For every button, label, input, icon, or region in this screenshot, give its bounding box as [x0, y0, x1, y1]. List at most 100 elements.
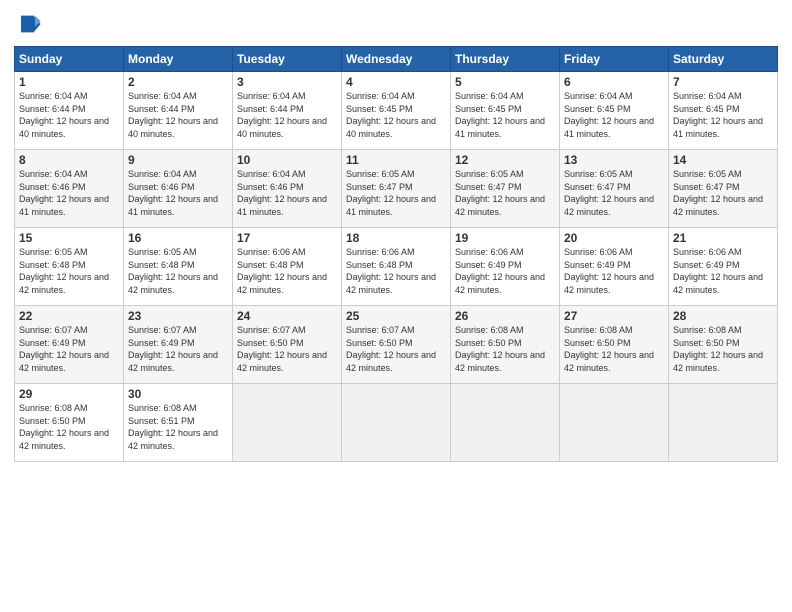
calendar-cell: 22 Sunrise: 6:07 AMSunset: 6:49 PMDaylig…	[15, 306, 124, 384]
calendar-body: 1 Sunrise: 6:04 AMSunset: 6:44 PMDayligh…	[15, 72, 778, 462]
day-number: 29	[19, 387, 119, 401]
day-info: Sunrise: 6:05 AMSunset: 6:48 PMDaylight:…	[19, 247, 109, 295]
day-number: 22	[19, 309, 119, 323]
calendar-cell: 28 Sunrise: 6:08 AMSunset: 6:50 PMDaylig…	[669, 306, 778, 384]
day-number: 23	[128, 309, 228, 323]
day-info: Sunrise: 6:07 AMSunset: 6:50 PMDaylight:…	[346, 325, 436, 373]
header	[14, 10, 778, 38]
day-number: 5	[455, 75, 555, 89]
calendar-cell: 11 Sunrise: 6:05 AMSunset: 6:47 PMDaylig…	[342, 150, 451, 228]
day-number: 13	[564, 153, 664, 167]
calendar-week-3: 15 Sunrise: 6:05 AMSunset: 6:48 PMDaylig…	[15, 228, 778, 306]
day-number: 20	[564, 231, 664, 245]
calendar-cell: 15 Sunrise: 6:05 AMSunset: 6:48 PMDaylig…	[15, 228, 124, 306]
days-of-week-header: SundayMondayTuesdayWednesdayThursdayFrid…	[15, 47, 778, 72]
day-number: 19	[455, 231, 555, 245]
calendar-cell: 4 Sunrise: 6:04 AMSunset: 6:45 PMDayligh…	[342, 72, 451, 150]
day-info: Sunrise: 6:05 AMSunset: 6:47 PMDaylight:…	[346, 169, 436, 217]
day-number: 18	[346, 231, 446, 245]
calendar-cell	[669, 384, 778, 462]
day-number: 9	[128, 153, 228, 167]
calendar-cell: 16 Sunrise: 6:05 AMSunset: 6:48 PMDaylig…	[124, 228, 233, 306]
calendar-week-5: 29 Sunrise: 6:08 AMSunset: 6:50 PMDaylig…	[15, 384, 778, 462]
day-info: Sunrise: 6:04 AMSunset: 6:44 PMDaylight:…	[19, 91, 109, 139]
calendar-cell: 24 Sunrise: 6:07 AMSunset: 6:50 PMDaylig…	[233, 306, 342, 384]
day-info: Sunrise: 6:05 AMSunset: 6:47 PMDaylight:…	[673, 169, 763, 217]
day-number: 4	[346, 75, 446, 89]
day-number: 7	[673, 75, 773, 89]
calendar-cell: 3 Sunrise: 6:04 AMSunset: 6:44 PMDayligh…	[233, 72, 342, 150]
day-number: 24	[237, 309, 337, 323]
calendar-cell: 8 Sunrise: 6:04 AMSunset: 6:46 PMDayligh…	[15, 150, 124, 228]
day-number: 11	[346, 153, 446, 167]
day-info: Sunrise: 6:04 AMSunset: 6:46 PMDaylight:…	[237, 169, 327, 217]
day-info: Sunrise: 6:04 AMSunset: 6:45 PMDaylight:…	[455, 91, 545, 139]
day-info: Sunrise: 6:06 AMSunset: 6:48 PMDaylight:…	[346, 247, 436, 295]
calendar-cell: 9 Sunrise: 6:04 AMSunset: 6:46 PMDayligh…	[124, 150, 233, 228]
calendar-cell: 25 Sunrise: 6:07 AMSunset: 6:50 PMDaylig…	[342, 306, 451, 384]
day-number: 6	[564, 75, 664, 89]
day-number: 15	[19, 231, 119, 245]
day-number: 16	[128, 231, 228, 245]
day-info: Sunrise: 6:07 AMSunset: 6:49 PMDaylight:…	[19, 325, 109, 373]
day-info: Sunrise: 6:06 AMSunset: 6:48 PMDaylight:…	[237, 247, 327, 295]
page-container: SundayMondayTuesdayWednesdayThursdayFrid…	[0, 0, 792, 472]
calendar-cell: 14 Sunrise: 6:05 AMSunset: 6:47 PMDaylig…	[669, 150, 778, 228]
calendar-cell: 2 Sunrise: 6:04 AMSunset: 6:44 PMDayligh…	[124, 72, 233, 150]
day-number: 2	[128, 75, 228, 89]
day-info: Sunrise: 6:06 AMSunset: 6:49 PMDaylight:…	[564, 247, 654, 295]
day-number: 10	[237, 153, 337, 167]
calendar-table: SundayMondayTuesdayWednesdayThursdayFrid…	[14, 46, 778, 462]
calendar-cell: 27 Sunrise: 6:08 AMSunset: 6:50 PMDaylig…	[560, 306, 669, 384]
calendar-cell: 18 Sunrise: 6:06 AMSunset: 6:48 PMDaylig…	[342, 228, 451, 306]
logo	[14, 10, 46, 38]
day-header-friday: Friday	[560, 47, 669, 72]
day-info: Sunrise: 6:08 AMSunset: 6:51 PMDaylight:…	[128, 403, 218, 451]
day-header-tuesday: Tuesday	[233, 47, 342, 72]
calendar-cell: 10 Sunrise: 6:04 AMSunset: 6:46 PMDaylig…	[233, 150, 342, 228]
day-number: 14	[673, 153, 773, 167]
calendar-cell: 19 Sunrise: 6:06 AMSunset: 6:49 PMDaylig…	[451, 228, 560, 306]
day-info: Sunrise: 6:04 AMSunset: 6:45 PMDaylight:…	[346, 91, 436, 139]
calendar-cell: 1 Sunrise: 6:04 AMSunset: 6:44 PMDayligh…	[15, 72, 124, 150]
calendar-cell	[560, 384, 669, 462]
day-header-saturday: Saturday	[669, 47, 778, 72]
day-info: Sunrise: 6:04 AMSunset: 6:46 PMDaylight:…	[128, 169, 218, 217]
day-info: Sunrise: 6:04 AMSunset: 6:46 PMDaylight:…	[19, 169, 109, 217]
day-info: Sunrise: 6:08 AMSunset: 6:50 PMDaylight:…	[455, 325, 545, 373]
calendar-cell	[233, 384, 342, 462]
calendar-week-2: 8 Sunrise: 6:04 AMSunset: 6:46 PMDayligh…	[15, 150, 778, 228]
day-info: Sunrise: 6:05 AMSunset: 6:47 PMDaylight:…	[564, 169, 654, 217]
day-info: Sunrise: 6:04 AMSunset: 6:44 PMDaylight:…	[128, 91, 218, 139]
calendar-week-4: 22 Sunrise: 6:07 AMSunset: 6:49 PMDaylig…	[15, 306, 778, 384]
day-info: Sunrise: 6:06 AMSunset: 6:49 PMDaylight:…	[673, 247, 763, 295]
day-number: 8	[19, 153, 119, 167]
day-number: 26	[455, 309, 555, 323]
day-number: 30	[128, 387, 228, 401]
day-number: 25	[346, 309, 446, 323]
day-info: Sunrise: 6:04 AMSunset: 6:44 PMDaylight:…	[237, 91, 327, 139]
logo-icon	[14, 10, 42, 38]
day-number: 28	[673, 309, 773, 323]
day-number: 27	[564, 309, 664, 323]
calendar-cell: 20 Sunrise: 6:06 AMSunset: 6:49 PMDaylig…	[560, 228, 669, 306]
day-header-wednesday: Wednesday	[342, 47, 451, 72]
day-number: 1	[19, 75, 119, 89]
day-number: 21	[673, 231, 773, 245]
calendar-cell	[342, 384, 451, 462]
day-number: 3	[237, 75, 337, 89]
day-header-sunday: Sunday	[15, 47, 124, 72]
calendar-cell: 26 Sunrise: 6:08 AMSunset: 6:50 PMDaylig…	[451, 306, 560, 384]
day-header-thursday: Thursday	[451, 47, 560, 72]
calendar-cell: 30 Sunrise: 6:08 AMSunset: 6:51 PMDaylig…	[124, 384, 233, 462]
day-info: Sunrise: 6:07 AMSunset: 6:50 PMDaylight:…	[237, 325, 327, 373]
day-info: Sunrise: 6:08 AMSunset: 6:50 PMDaylight:…	[673, 325, 763, 373]
calendar-cell: 12 Sunrise: 6:05 AMSunset: 6:47 PMDaylig…	[451, 150, 560, 228]
day-info: Sunrise: 6:06 AMSunset: 6:49 PMDaylight:…	[455, 247, 545, 295]
calendar-cell: 6 Sunrise: 6:04 AMSunset: 6:45 PMDayligh…	[560, 72, 669, 150]
day-info: Sunrise: 6:05 AMSunset: 6:48 PMDaylight:…	[128, 247, 218, 295]
calendar-cell: 5 Sunrise: 6:04 AMSunset: 6:45 PMDayligh…	[451, 72, 560, 150]
day-header-monday: Monday	[124, 47, 233, 72]
day-number: 17	[237, 231, 337, 245]
calendar-cell: 23 Sunrise: 6:07 AMSunset: 6:49 PMDaylig…	[124, 306, 233, 384]
